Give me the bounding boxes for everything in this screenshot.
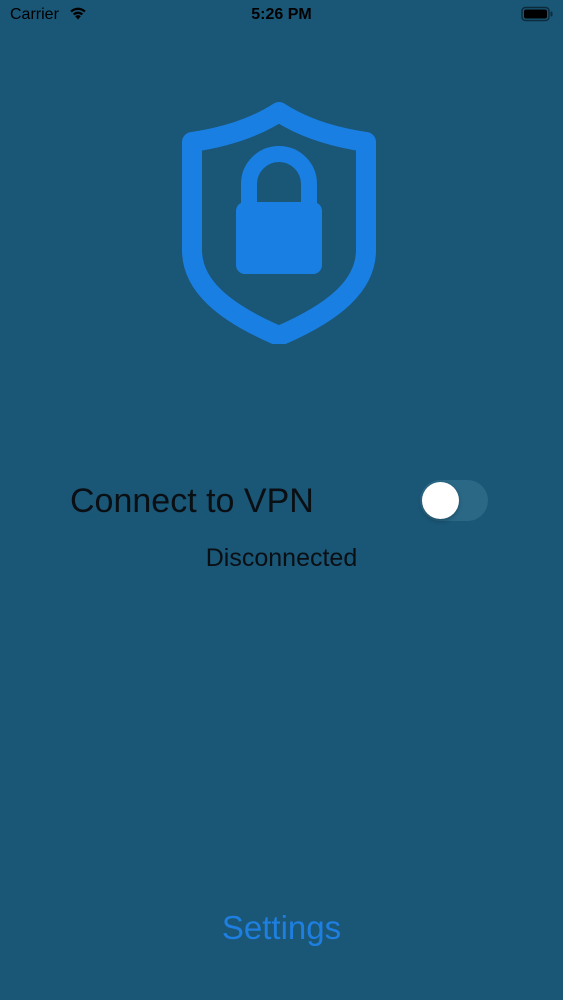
vpn-screen: Carrier 5:26 PM Connect to VPN Disconnec…	[0, 0, 563, 1000]
connect-vpn-label: Connect to VPN	[70, 482, 314, 520]
settings-button[interactable]: Settings	[0, 906, 563, 950]
vpn-toggle[interactable]	[420, 480, 488, 521]
connection-status: Disconnected	[205, 544, 358, 572]
battery-icon	[521, 6, 553, 22]
status-time: 5:26 PM	[251, 6, 312, 23]
toggle-knob	[422, 482, 459, 519]
status-bar: Carrier 5:26 PM	[0, 0, 563, 32]
shield-lock-icon	[182, 102, 376, 344]
